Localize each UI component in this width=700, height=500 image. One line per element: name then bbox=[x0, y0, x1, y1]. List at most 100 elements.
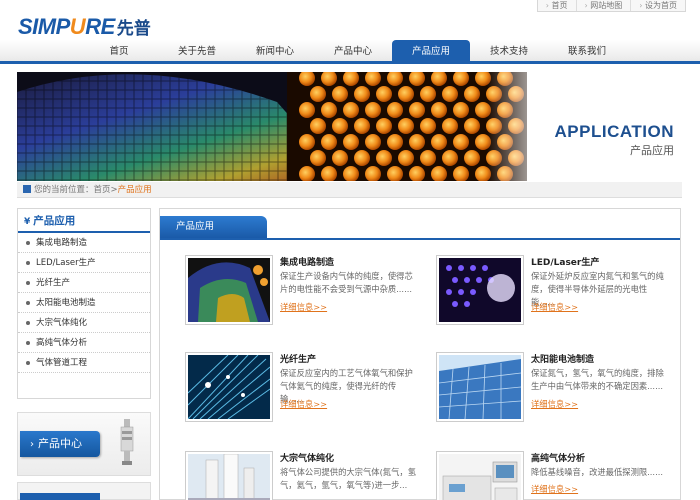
banner-dot bbox=[365, 134, 381, 150]
item-more-link[interactable]: 详细信息>> bbox=[531, 301, 578, 313]
banner-dot bbox=[376, 150, 392, 166]
breadcrumb: 您的当前位置：首页>产品应用 bbox=[17, 182, 682, 198]
home-icon bbox=[23, 184, 31, 193]
ic-thumbnail[interactable] bbox=[185, 255, 273, 325]
banner: APPLICATION 产品应用 bbox=[17, 72, 682, 181]
banner-dot bbox=[310, 86, 326, 102]
banner-dot bbox=[464, 86, 480, 102]
nav-news[interactable]: 新闻中心 bbox=[236, 40, 314, 64]
banner-dot bbox=[376, 118, 392, 134]
product-center-button[interactable]: › 产品中心 bbox=[20, 431, 100, 457]
logo-chinese: 先普 bbox=[116, 19, 151, 39]
sidebar-item-ic[interactable]: 集成电路制造 bbox=[18, 233, 150, 253]
banner-dot bbox=[398, 86, 414, 102]
banner-title-cn: 产品应用 bbox=[630, 144, 674, 157]
banner-dot bbox=[354, 150, 370, 166]
banner-dot bbox=[431, 102, 447, 118]
nav-products[interactable]: 产品中心 bbox=[314, 40, 392, 64]
banner-dot bbox=[464, 118, 480, 134]
item-more-link[interactable]: 详细信息>> bbox=[531, 483, 578, 495]
bulk-gas-thumbnail[interactable] bbox=[185, 451, 273, 500]
banner-dot bbox=[343, 134, 359, 150]
banner-dot bbox=[453, 102, 469, 118]
item-more-link[interactable]: 详细信息>> bbox=[531, 398, 578, 410]
nav-home[interactable]: 首页 bbox=[80, 40, 158, 64]
banner-dot bbox=[310, 150, 326, 166]
item-title: 集成电路制造 bbox=[280, 258, 335, 268]
sidebar-title: ¥ 产品应用 bbox=[18, 209, 150, 233]
banner-dot bbox=[420, 118, 436, 134]
app-item-led: LED/Laser生产 保证外延炉反应室内氮气和氢气的纯度，使得半导体外延层的光… bbox=[436, 255, 666, 327]
sidebar-item-gas-analysis[interactable]: 高纯气体分析 bbox=[18, 333, 150, 353]
purifier-device-image bbox=[120, 419, 134, 465]
led-thumbnail[interactable] bbox=[436, 255, 524, 325]
item-desc: 保证氮气，氢气，氧气的纯度，排除生产中由气体带来的不确定因素...... bbox=[531, 368, 664, 391]
breadcrumb-current: 产品应用 bbox=[117, 185, 152, 195]
banner-dot bbox=[398, 150, 414, 166]
banner-dot bbox=[409, 102, 425, 118]
fiber-image bbox=[188, 355, 270, 419]
banner-dot bbox=[442, 150, 458, 166]
nav-about[interactable]: 关于先普 bbox=[158, 40, 236, 64]
nav-support[interactable]: 技术支持 bbox=[470, 40, 548, 64]
banner-dot bbox=[332, 86, 348, 102]
ic-wafer-image bbox=[188, 258, 270, 322]
solar-thumbnail[interactable] bbox=[436, 352, 524, 422]
banner-title-en: APPLICATION bbox=[554, 122, 674, 141]
product-center-promo[interactable]: › 产品中心 bbox=[17, 412, 151, 476]
gas-plant-image bbox=[188, 454, 270, 500]
banner-dot bbox=[321, 134, 337, 150]
main-nav: 首页 关于先普 新闻中心 产品中心 产品应用 技术支持 联系我们 bbox=[0, 40, 700, 64]
banner-dot bbox=[299, 134, 315, 150]
top-link-home[interactable]: 首页 bbox=[538, 0, 576, 11]
top-link-sitemap[interactable]: 网站地图 bbox=[575, 0, 631, 11]
banner-dot bbox=[420, 86, 436, 102]
banner-dot bbox=[321, 102, 337, 118]
banner-dot bbox=[387, 134, 403, 150]
sidebar-item-solar[interactable]: 太阳能电池制造 bbox=[18, 293, 150, 313]
sidebar-item-bulk-gas[interactable]: 大宗气体纯化 bbox=[18, 313, 150, 333]
tab-underline bbox=[160, 238, 680, 240]
sidebar: ¥ 产品应用 集成电路制造 LED/Laser生产 光纤生产 太阳能电池制造 大宗… bbox=[17, 208, 151, 399]
analyzer-image bbox=[439, 454, 521, 500]
chevron-down-icon: ¥ bbox=[24, 217, 31, 227]
banner-dot bbox=[365, 102, 381, 118]
item-desc: 保证生产设备内气体的纯度，使得芯片的电性能不会受到气源中杂质...... bbox=[280, 271, 413, 294]
main-panel: 产品应用 集成电路制造 保证生产设备内气体的纯度，使得芯片的电性能不会受到气源中… bbox=[159, 208, 681, 500]
main-tab: 产品应用 bbox=[160, 216, 267, 238]
secondary-promo-button[interactable] bbox=[20, 493, 100, 500]
banner-dot bbox=[343, 102, 359, 118]
item-more-link[interactable]: 详细信息>> bbox=[280, 301, 327, 313]
banner-dot bbox=[442, 86, 458, 102]
item-more-link[interactable]: 详细信息>> bbox=[280, 398, 327, 410]
app-item-gas-analysis: 高纯气体分析 降低基线噪音，改进最低探测限...... 详细信息>> bbox=[436, 451, 666, 500]
banner-dot bbox=[442, 118, 458, 134]
sidebar-item-pipeline[interactable]: 气体管道工程 bbox=[18, 353, 150, 373]
item-title: 光纤生产 bbox=[280, 355, 317, 365]
banner-dot bbox=[332, 118, 348, 134]
fiber-thumbnail[interactable] bbox=[185, 352, 273, 422]
sidebar-item-fiber[interactable]: 光纤生产 bbox=[18, 273, 150, 293]
banner-dot bbox=[354, 118, 370, 134]
app-item-bulk-gas: 大宗气体纯化 将气体公司提供的大宗气体(氮气，氢气，氦气，氩气，氧气等)进一步.… bbox=[185, 451, 416, 500]
logo-english: SIMPURE bbox=[18, 14, 115, 39]
item-title: 高纯气体分析 bbox=[531, 454, 586, 464]
app-item-fiber: 光纤生产 保证反应室内的工艺气体氧气和保护气体氦气的纯度，使得光纤的传输....… bbox=[185, 352, 415, 424]
banner-dot bbox=[409, 134, 425, 150]
secondary-promo[interactable] bbox=[17, 482, 151, 500]
banner-dot bbox=[354, 86, 370, 102]
banner-dot bbox=[387, 102, 403, 118]
app-item-ic: 集成电路制造 保证生产设备内气体的纯度，使得芯片的电性能不会受到气源中杂质...… bbox=[185, 255, 415, 327]
item-desc: 降低基线噪音，改进最低探测限...... bbox=[531, 467, 663, 477]
nav-applications[interactable]: 产品应用 bbox=[392, 40, 470, 64]
logo[interactable]: SIMPURE 先普 bbox=[18, 14, 151, 40]
gas-analysis-thumbnail[interactable] bbox=[436, 451, 524, 500]
banner-dot bbox=[299, 102, 315, 118]
nav-contact[interactable]: 联系我们 bbox=[548, 40, 626, 64]
item-title: LED/Laser生产 bbox=[531, 258, 600, 268]
chevron-right-icon: › bbox=[30, 439, 34, 450]
item-title: 大宗气体纯化 bbox=[280, 454, 335, 464]
top-link-set-homepage[interactable]: 设为首页 bbox=[630, 0, 685, 11]
banner-dot bbox=[420, 150, 436, 166]
sidebar-item-led[interactable]: LED/Laser生产 bbox=[18, 253, 150, 273]
